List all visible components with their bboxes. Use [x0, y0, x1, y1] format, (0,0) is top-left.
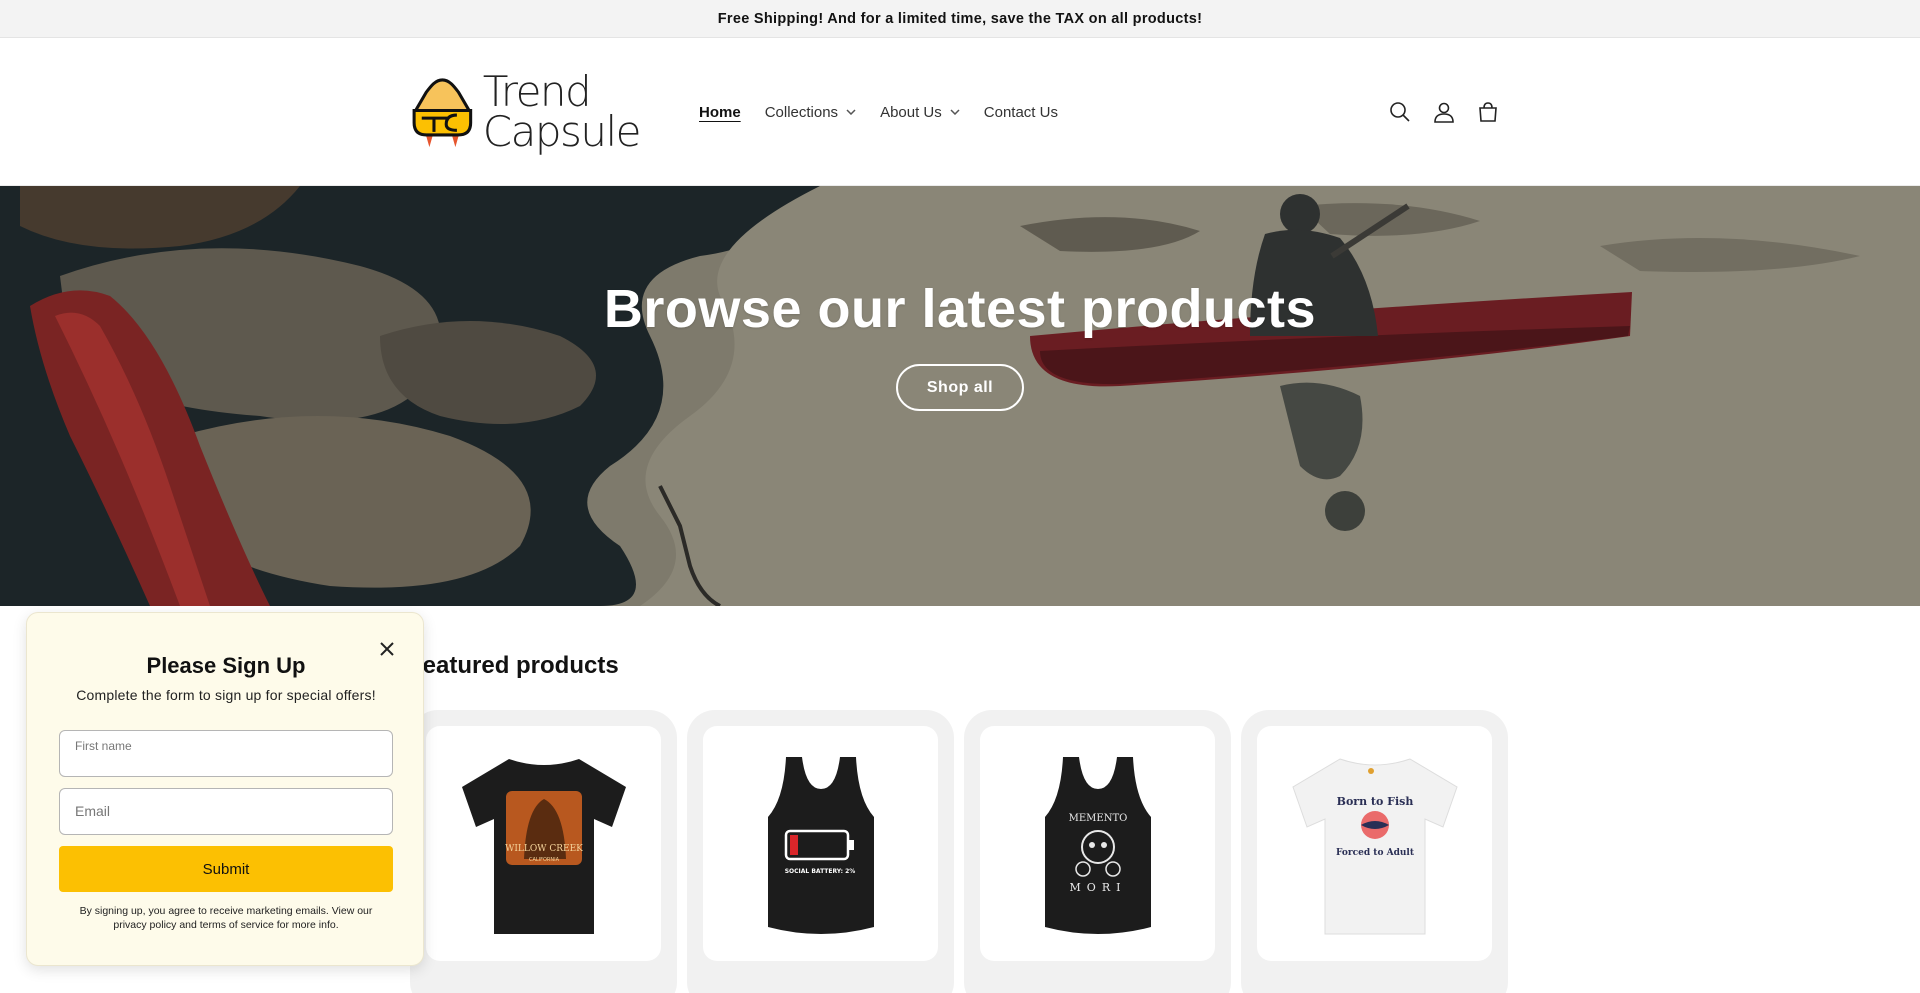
email-field[interactable]: Email: [59, 788, 393, 835]
product-1-art-line-1: WILLOW CREEK: [505, 844, 583, 854]
product-3-art-top: MEMENTO: [1068, 813, 1127, 824]
product-image[interactable]: WILLOW CREEK CALIFORNIA: [426, 726, 661, 961]
chevron-down-icon: [950, 109, 960, 115]
account-icon[interactable]: [1432, 100, 1456, 124]
hero-title: Browse our latest products: [603, 279, 1317, 339]
first-name-input[interactable]: [74, 751, 374, 767]
white-tshirt-born-to-fish-image: Born to Fish Forced to Adult: [1291, 757, 1458, 934]
product-image[interactable]: Born to Fish Forced to Adult: [1257, 726, 1492, 961]
product-4-art-top: Born to Fish: [1336, 795, 1413, 808]
black-tank-memento-mori-image: MEMENTO MORI: [1044, 756, 1151, 934]
product-grid: WILLOW CREEK CALIFORNIA SOCIAL BATTERY: …: [410, 710, 1508, 993]
nav-collections[interactable]: Collections: [765, 104, 856, 121]
search-icon[interactable]: [1388, 100, 1412, 124]
product-card[interactable]: Born to Fish Forced to Adult: [1241, 710, 1508, 993]
nav-contact-label: Contact Us: [983, 103, 1058, 121]
product-3-art-bottom: MORI: [1069, 881, 1126, 894]
nav-contact-us[interactable]: Contact Us: [984, 104, 1058, 121]
shop-all-button[interactable]: Shop all: [895, 364, 1025, 411]
brand-line-1: Trend: [482, 67, 592, 116]
signup-popup: Please Sign Up Complete the form to sign…: [26, 612, 424, 966]
hero-content: Browse our latest products Shop all: [0, 186, 1920, 606]
site-header: Trend Capsule Home Collections About Us …: [0, 38, 1920, 186]
product-image[interactable]: MEMENTO MORI: [980, 726, 1215, 961]
product-card[interactable]: MEMENTO MORI: [964, 710, 1231, 993]
black-tshirt-willow-creek-image: WILLOW CREEK CALIFORNIA: [461, 758, 626, 934]
product-2-art-text: SOCIAL BATTERY: 2%: [784, 868, 855, 875]
product-image[interactable]: SOCIAL BATTERY: 2%: [703, 726, 938, 961]
announcement-bar: Free Shipping! And for a limited time, s…: [0, 0, 1920, 38]
popup-subtitle: Complete the form to sign up for special…: [76, 687, 376, 703]
header-icons: [1388, 38, 1500, 186]
brand-logo[interactable]: Trend Capsule: [408, 64, 642, 160]
featured-products-title: Featured products: [408, 652, 619, 679]
black-tank-social-battery-image: SOCIAL BATTERY: 2%: [767, 756, 874, 934]
popup-legal-text: By signing up, you agree to receive mark…: [79, 905, 373, 931]
main-nav: Home Collections About Us Contact Us: [699, 38, 1058, 186]
nav-about-label: About Us: [880, 103, 942, 121]
product-1-art-line-2: CALIFORNIA: [528, 857, 559, 863]
first-name-field[interactable]: First name: [59, 730, 393, 777]
chevron-down-icon: [846, 109, 856, 115]
nav-about-us[interactable]: About Us: [880, 104, 960, 121]
cart-icon[interactable]: [1476, 100, 1500, 124]
product-card[interactable]: WILLOW CREEK CALIFORNIA: [410, 710, 677, 993]
capsule-rocket-logo-icon: [412, 78, 473, 148]
submit-button[interactable]: Submit: [59, 846, 393, 892]
nav-home[interactable]: Home: [699, 104, 741, 121]
nav-collections-label: Collections: [764, 103, 839, 121]
nav-home-label: Home: [699, 103, 741, 121]
brand-wordmark: Trend Capsule: [482, 67, 642, 156]
brand-line-2: Capsule: [482, 107, 642, 156]
hero-banner: Browse our latest products Shop all: [0, 186, 1920, 606]
product-4-art-bottom: Forced to Adult: [1336, 848, 1415, 858]
product-card[interactable]: SOCIAL BATTERY: 2%: [687, 710, 954, 993]
announcement-text: Free Shipping! And for a limited time, s…: [717, 10, 1203, 27]
popup-title: Please Sign Up: [146, 653, 306, 678]
email-placeholder: Email: [75, 803, 111, 819]
